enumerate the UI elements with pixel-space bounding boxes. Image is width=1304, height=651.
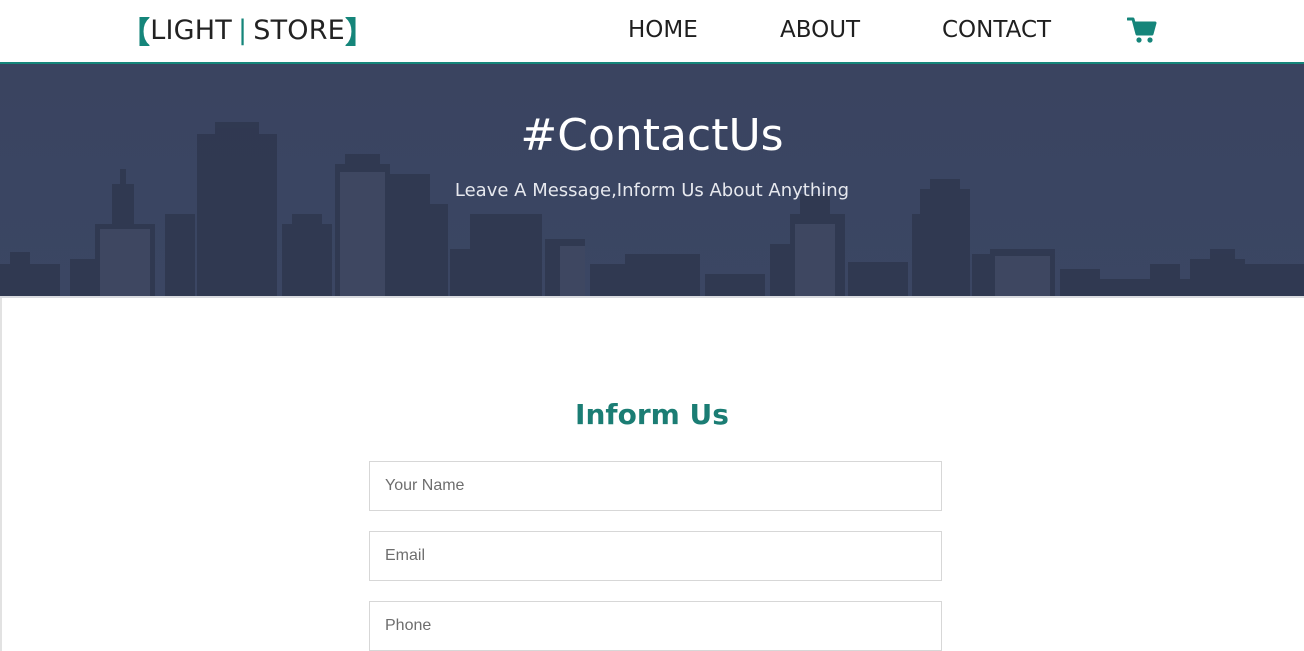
content-left-border [0,298,2,651]
shopping-cart-icon[interactable] [1126,16,1157,44]
logo-separator: | [237,14,248,46]
name-input[interactable] [369,461,942,511]
hero-banner: #ContactUs Leave A Message,Inform Us Abo… [0,64,1304,296]
email-input[interactable] [369,531,942,581]
nav-link-home[interactable]: HOME [628,14,698,46]
logo-bracket-close: 】 [344,16,376,51]
nav-link-contact[interactable]: CONTACT [942,14,1051,46]
nav-link-about[interactable]: ABOUT [780,14,860,46]
site-logo[interactable]: 【 LIGHT | STORE 】 [120,12,375,52]
logo-bracket-open: 【 [120,16,151,51]
phone-input[interactable] [369,601,942,651]
form-title: Inform Us [575,398,729,431]
hero-divider [0,296,1304,298]
logo-text-light: LIGHT [150,14,232,46]
hero-title: #ContactUs [520,110,784,161]
hero-subtitle: Leave A Message,Inform Us About Anything [454,180,850,201]
logo-text-store: STORE [253,14,345,46]
navbar: 【 LIGHT | STORE 】 HOME ABOUT CONTACT [0,0,1304,64]
